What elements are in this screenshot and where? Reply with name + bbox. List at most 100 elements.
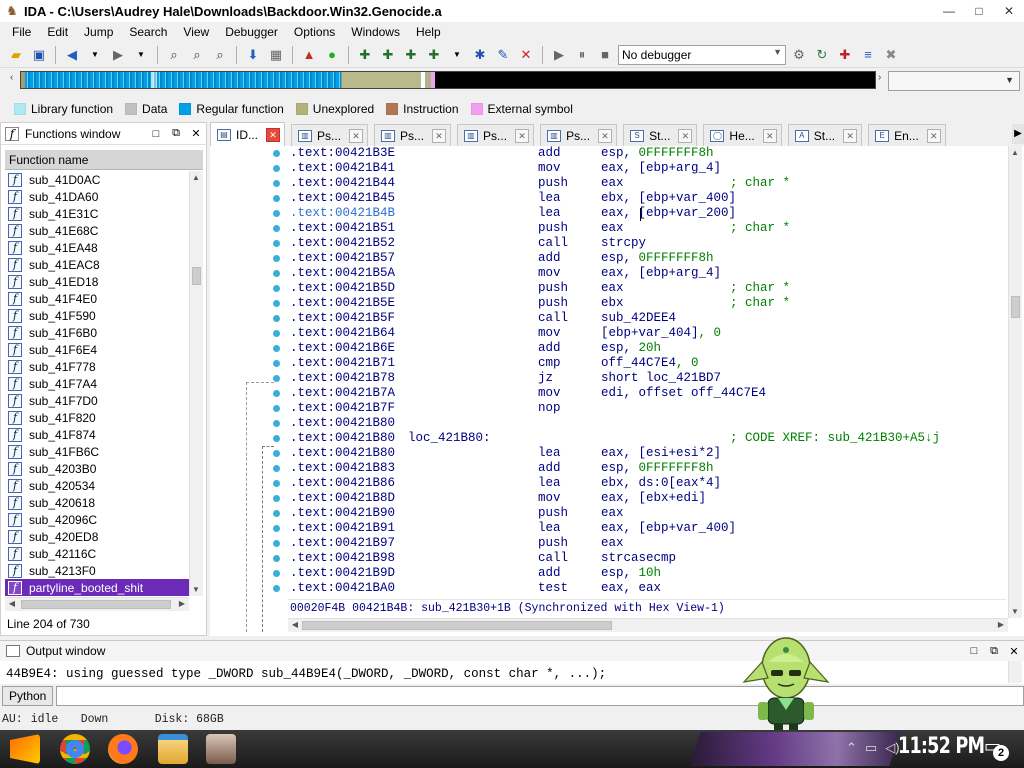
function-list-item[interactable]: f sub_41FB6C <box>5 443 189 460</box>
view-tab[interactable]: E En... ✕ <box>868 124 946 146</box>
function-list-item[interactable]: f sub_41F7D0 <box>5 392 189 409</box>
function-list-item[interactable]: f sub_41F6E4 <box>5 341 189 358</box>
breakpoint-dot-icon[interactable] <box>273 435 280 442</box>
breakpoint-dot-icon[interactable] <box>273 540 280 547</box>
function-list-item[interactable]: f sub_41F7A4 <box>5 375 189 392</box>
function-list-item[interactable]: f sub_42116C <box>5 545 189 562</box>
disassembly-listing[interactable]: .text:00421B3E add esp, 0FFFFFFF8h .text:00… <box>288 146 1006 598</box>
disassembly-line[interactable]: .text:00421B90 push eax <box>288 506 1006 521</box>
scroll-up-icon[interactable]: ▲ <box>1009 148 1021 157</box>
breakpoint-dot-icon[interactable] <box>273 375 280 382</box>
close-button[interactable]: ✕ <box>994 2 1024 20</box>
panel-restore-button[interactable]: □ <box>964 645 984 657</box>
struct-add-icon[interactable]: ✚ <box>355 45 375 65</box>
network-icon[interactable]: ▭ <box>865 740 877 756</box>
function-list-item[interactable]: f partyline_booted_shit <box>5 579 189 596</box>
disassembly-hscrollbar[interactable]: ◀ ▶ <box>288 618 1008 632</box>
view-tab[interactable]: ▤ ID... ✕ <box>210 122 286 146</box>
breakpoint-dot-icon[interactable] <box>273 150 280 157</box>
scroll-right-icon[interactable]: ▶ <box>995 620 1007 629</box>
disassembly-line[interactable]: .text:00421B52 call strcpy <box>288 236 1006 251</box>
disassembly-line[interactable]: .text:00421B7F nop <box>288 401 1006 416</box>
disassembly-line[interactable]: .text:00421B41 mov eax, [ebp+arg_4] <box>288 161 1006 176</box>
disassembly-line[interactable]: .text:00421B44 push eax ; char * <box>288 176 1006 191</box>
menu-edit[interactable]: Edit <box>39 25 76 39</box>
function-list-item[interactable]: f sub_41F820 <box>5 409 189 426</box>
back-arrow-icon[interactable]: ◀ <box>62 45 82 65</box>
tab-close-icon[interactable]: ✕ <box>843 128 858 143</box>
breakpoint-dot-icon[interactable] <box>273 330 280 337</box>
enum-add-icon[interactable]: ✚ <box>378 45 398 65</box>
scroll-down-icon[interactable]: ▼ <box>1009 607 1021 616</box>
scroll-thumb[interactable] <box>302 621 612 630</box>
disassembly-line[interactable]: .text:00421B5A mov eax, [ebp+arg_4] <box>288 266 1006 281</box>
breakpoint-dot-icon[interactable] <box>273 195 280 202</box>
view-tab[interactable]: S St... ✕ <box>623 124 698 146</box>
disassembly-line[interactable]: .text:00421B51 push eax ; char * <box>288 221 1006 236</box>
breakpoint-dot-icon[interactable] <box>273 180 280 187</box>
taskbar-clock[interactable]: 11:52 PM <box>898 734 985 759</box>
breakpoint-dot-icon[interactable] <box>273 570 280 577</box>
breakpoint-dot-icon[interactable] <box>273 360 280 367</box>
disassembly-vscrollbar[interactable]: ▲ ▼ <box>1008 146 1022 618</box>
back-dropdown-icon[interactable]: ▼ <box>85 45 105 65</box>
function-list-item[interactable]: f sub_4213F0 <box>5 562 189 579</box>
breakpoint-dot-icon[interactable] <box>273 495 280 502</box>
tab-close-icon[interactable]: ✕ <box>678 128 693 143</box>
menu-debugger[interactable]: Debugger <box>217 25 286 39</box>
scroll-right-icon[interactable]: ▶ <box>176 599 188 608</box>
play-icon[interactable]: ▶ <box>549 45 569 65</box>
command-input[interactable] <box>56 686 1024 706</box>
breakpoint-dot-icon[interactable] <box>273 390 280 397</box>
breakpoint-dot-icon[interactable] <box>273 225 280 232</box>
scroll-thumb[interactable] <box>1011 296 1020 318</box>
nav-right-chevron-icon[interactable]: › <box>878 72 881 83</box>
breakpoint-dot-icon[interactable] <box>273 345 280 352</box>
disassembly-line[interactable]: .text:00421B57 add esp, 0FFFFFFF8h <box>288 251 1006 266</box>
function-list-item[interactable]: f sub_41E68C <box>5 222 189 239</box>
disassembly-line[interactable]: .text:00421B7A mov edi, offset off_44C7E4 <box>288 386 1006 401</box>
function-list-item[interactable]: f sub_41ED18 <box>5 273 189 290</box>
jump-down-icon[interactable]: ⬇ <box>243 45 263 65</box>
file-explorer-icon[interactable] <box>158 734 188 764</box>
function-list-item[interactable]: f sub_41E31C <box>5 205 189 222</box>
disassembly-line[interactable]: .text:00421B4B lea eax, [ebp+var_200] <box>288 206 1006 221</box>
breakpoint-dot-icon[interactable] <box>273 405 280 412</box>
breakpoint-dot-icon[interactable] <box>273 420 280 427</box>
function-list-item[interactable]: f sub_420618 <box>5 494 189 511</box>
breakpoint-dot-icon[interactable] <box>273 510 280 517</box>
tray-chevron-icon[interactable]: ⌃ <box>846 740 857 756</box>
tabs-scroll-right-icon[interactable]: ▶ <box>1012 124 1024 144</box>
delete-icon[interactable]: ✕ <box>516 45 536 65</box>
create-function-icon[interactable]: ✚ <box>401 45 421 65</box>
view-tab[interactable]: ▥ Ps... ✕ <box>291 124 369 146</box>
breakpoint-dot-icon[interactable] <box>273 465 280 472</box>
disassembly-line[interactable]: .text:00421B80 <box>288 416 1006 431</box>
breakpoint-dot-icon[interactable] <box>273 525 280 532</box>
view-tab[interactable]: ▥ Ps... ✕ <box>540 124 618 146</box>
menu-options[interactable]: Options <box>286 25 343 39</box>
disassembly-line[interactable]: .text:00421B86 lea ebx, ds:0[eax*4] <box>288 476 1006 491</box>
breakpoint-dot-icon[interactable] <box>273 480 280 487</box>
disassembly-line[interactable]: .text:00421B80 loc_421B80: ; CODE XREF: su… <box>288 431 1006 446</box>
function-list-item[interactable]: f sub_41F590 <box>5 307 189 324</box>
function-list-item[interactable]: f sub_41EA48 <box>5 239 189 256</box>
breakpoint-dot-icon[interactable] <box>273 285 280 292</box>
notification-center-icon[interactable]: ▭ 2 <box>984 736 1010 762</box>
scroll-up-icon[interactable]: ▲ <box>190 173 202 182</box>
tab-close-icon[interactable]: ✕ <box>598 128 613 143</box>
debug-options-icon[interactable]: ⚙ <box>789 45 809 65</box>
pause-icon[interactable]: ⏸ <box>572 45 592 65</box>
menu-search[interactable]: Search <box>121 25 175 39</box>
breakpoint-dot-icon[interactable] <box>273 450 280 457</box>
tab-close-icon[interactable]: ✕ <box>266 127 281 142</box>
refresh-icon[interactable]: ↻ <box>812 45 832 65</box>
chrome-icon[interactable] <box>60 734 90 764</box>
disassembly-line[interactable]: .text:00421B5F call sub_42DEE4 <box>288 311 1006 326</box>
stop-icon[interactable]: ■ <box>595 45 615 65</box>
segment-dropdown[interactable]: ▼ <box>888 71 1020 91</box>
disassembly-line[interactable]: .text:00421B9D add esp, 10h <box>288 566 1006 581</box>
disassembly-line[interactable]: .text:00421B97 push eax <box>288 536 1006 551</box>
firefox-icon[interactable] <box>108 734 138 764</box>
disassembly-line[interactable]: .text:00421B5E push ebx ; char * <box>288 296 1006 311</box>
